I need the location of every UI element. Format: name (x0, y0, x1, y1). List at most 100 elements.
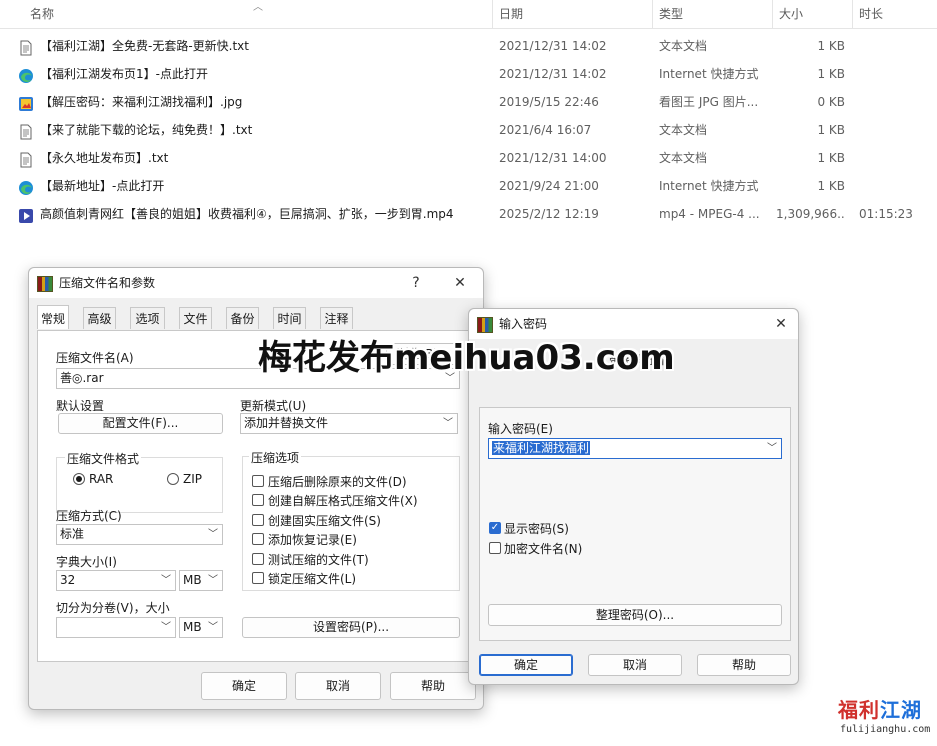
password-ok-button[interactable]: 确定 (479, 654, 573, 676)
file-size: 1 KB (817, 123, 845, 137)
file-type: 文本文档 (659, 39, 708, 53)
column-type[interactable]: 类型 (653, 0, 771, 28)
archive-help-button[interactable]: 帮助 (390, 672, 476, 700)
method-label: 压缩方式(C) (56, 509, 122, 523)
file-name: 【来了就能下载的论坛，纯免费！】.txt (40, 123, 253, 137)
tab-5[interactable]: 时间 (273, 307, 306, 329)
dict-size-value: 32 (60, 573, 76, 587)
dict-size-select[interactable]: 32 ﹀ (56, 570, 176, 591)
option-checkbox[interactable] (252, 475, 264, 487)
file-size: 1 KB (817, 151, 845, 165)
tab-1[interactable]: 高级 (83, 307, 116, 329)
file-row[interactable]: 【福利江湖发布页1】-点此打开 2021/12/31 14:02 Internet … (0, 60, 937, 88)
file-row[interactable]: 【解压密码：来福利江湖找福利】.jpg 2019/5/15 22:46 看图王 JP… (0, 88, 937, 116)
help-icon[interactable]: ? (401, 268, 431, 298)
split-size-select[interactable]: ﹀ (56, 617, 176, 638)
close-icon[interactable]: ✕ (766, 309, 796, 339)
archive-dialog-titlebar[interactable]: 压缩文件名和参数 ? ✕ (29, 268, 483, 298)
file-row[interactable]: 【永久地址发布页】.txt 2021/12/31 14:00 文本文档 1 KB (0, 144, 937, 172)
zip-radio[interactable] (167, 473, 179, 485)
file-duration: 01:15:23 (859, 207, 913, 221)
logo-text-red: 福利 (838, 698, 880, 722)
option-label: 添加恢复记录(E) (268, 533, 357, 548)
file-row[interactable]: 【来了就能下载的论坛，纯免费！】.txt 2021/6/4 16:07 文本文档 1 … (0, 116, 937, 144)
tab-2[interactable]: 选项 (130, 307, 165, 329)
show-password-checkbox[interactable]: ✓ (489, 522, 501, 534)
close-icon[interactable]: ✕ (445, 268, 475, 298)
text-file-icon (18, 122, 34, 140)
password-value: 来福利江湖找福利 (492, 441, 591, 455)
option-label: 创建自解压格式压缩文件(X) (268, 494, 418, 509)
tab-3[interactable]: 文件 (179, 307, 212, 329)
file-type: Internet 快捷方式 (659, 179, 759, 193)
file-type: 看图王 JPG 图片... (659, 95, 759, 109)
file-date: 2021/12/31 14:00 (499, 151, 607, 165)
file-date: 2025/2/12 12:19 (499, 207, 599, 221)
file-type: mp4 - MPEG-4 ... (659, 207, 760, 221)
password-help-button[interactable]: 帮助 (697, 654, 791, 676)
file-type: 文本文档 (659, 123, 708, 137)
file-date: 2021/6/4 16:07 (499, 123, 592, 137)
option-label: 创建固实压缩文件(S) (268, 513, 381, 528)
archive-dialog-title: 压缩文件名和参数 (59, 276, 156, 290)
tab-0[interactable]: 常规 (37, 305, 69, 329)
column-duration[interactable]: 时长 (853, 0, 933, 28)
logo-title: 福利江湖 (838, 694, 922, 723)
file-date: 2019/5/15 22:46 (499, 95, 599, 109)
general-tab-panel: 压缩文件名(A) 浏览(B)... 善◎.rar ﹀ 默认设置 配置文件(F).… (37, 330, 476, 662)
tab-4[interactable]: 备份 (226, 307, 259, 329)
option-checkbox[interactable] (252, 572, 264, 584)
file-name: 【最新地址】-点此打开 (40, 179, 165, 193)
file-row[interactable]: 高颜值刺青网红【善良的姐姐】收费福利④，巨屌搞洞、扩张，一步到胃.mp4 2025… (0, 200, 937, 228)
file-size: 1,309,966... (776, 207, 845, 221)
filename-label: 压缩文件名(A) (56, 351, 134, 365)
encrypt-names-label: 加密文件名(N) (504, 542, 583, 556)
watermark-text: 梅花发布meihua03.com (258, 338, 675, 378)
file-type: 文本文档 (659, 151, 708, 165)
column-size[interactable]: 大小 (773, 0, 851, 28)
update-mode-label: 更新模式(U) (240, 399, 307, 413)
tab-6[interactable]: 注释 (320, 307, 353, 329)
password-input[interactable]: 来福利江湖找福利 ﹀ (488, 438, 782, 459)
chevron-down-icon: ﹀ (208, 575, 218, 586)
column-name[interactable]: 名称 (24, 0, 490, 28)
profiles-button[interactable]: 配置文件(F)... (58, 413, 223, 434)
logo-url: fulijianghu.com (840, 724, 931, 735)
format-group: 压缩文件格式 RAR ZIP (56, 450, 223, 513)
file-row[interactable]: 【福利江湖】全免费-无套路-更新快.txt 2021/12/31 14:02 文本文… (0, 32, 937, 60)
password-panel: 输入密码(E) 来福利江湖找福利 ﹀ ✓ 显示密码(S) 加密文件名(N) 整理… (479, 407, 791, 641)
rar-label: RAR (89, 472, 114, 486)
file-date: 2021/12/31 14:02 (499, 39, 607, 53)
organize-passwords-button[interactable]: 整理密码(O)... (488, 604, 782, 626)
method-select[interactable]: 标准 ﹀ (56, 524, 223, 545)
format-group-label: 压缩文件格式 (65, 450, 142, 467)
video-file-icon (18, 206, 34, 223)
show-password-label: 显示密码(S) (504, 522, 569, 536)
archive-cancel-button[interactable]: 取消 (295, 672, 381, 700)
option-checkbox[interactable] (252, 533, 264, 546)
option-checkbox[interactable] (252, 552, 264, 565)
set-password-button[interactable]: 设置密码(P)... (242, 617, 460, 638)
split-label: 切分为分卷(V)，大小 (56, 601, 170, 615)
column-date[interactable]: 日期 (493, 0, 651, 28)
update-mode-select[interactable]: 添加并替换文件 ﹀ (240, 413, 458, 434)
rar-radio[interactable] (73, 473, 85, 485)
option-checkbox[interactable] (252, 494, 264, 507)
chevron-down-icon[interactable]: ﹀ (767, 439, 777, 458)
file-row[interactable]: 【最新地址】-点此打开 2021/9/24 21:00 Internet 快捷方式 1… (0, 172, 937, 200)
split-unit-select[interactable]: MB ﹀ (179, 617, 223, 638)
option-checkbox[interactable] (252, 513, 264, 526)
chevron-down-icon: ﹀ (161, 622, 171, 633)
update-mode-value: 添加并替换文件 (244, 416, 329, 430)
archive-ok-button[interactable]: 确定 (201, 672, 287, 700)
chevron-down-icon: ﹀ (443, 418, 453, 429)
file-name: 【永久地址发布页】.txt (40, 151, 169, 165)
password-cancel-button[interactable]: 取消 (588, 654, 682, 676)
file-name: 【福利江湖发布页1】-点此打开 (40, 67, 208, 81)
file-type: Internet 快捷方式 (659, 67, 759, 81)
file-date: 2021/12/31 14:02 (499, 67, 607, 81)
archive-filename-value: 善◎.rar (60, 371, 104, 385)
encrypt-names-checkbox[interactable] (489, 542, 501, 554)
dict-unit-select[interactable]: MB ﹀ (179, 570, 223, 591)
option-label: 测试压缩的文件(T) (268, 552, 369, 567)
